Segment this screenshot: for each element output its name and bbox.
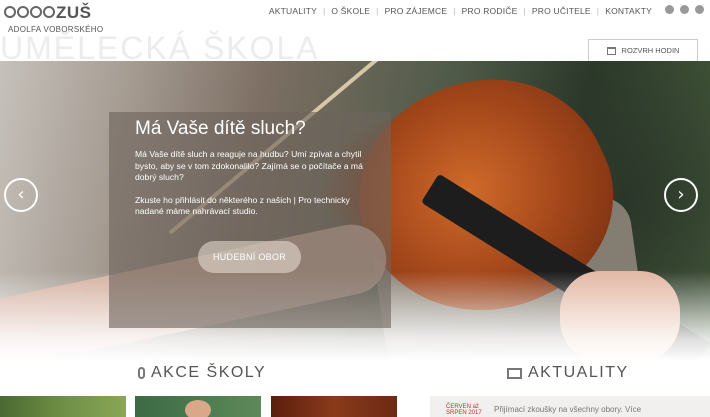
event-thumbnail-1[interactable] (0, 396, 126, 417)
hero-paragraph-2: Zkuste ho přihlásit do některého z našic… (135, 194, 350, 217)
hero-paragraph-1: Má Vaše dítě sluch a reaguje na hudbu? U… (135, 149, 363, 182)
nav-o-skole[interactable]: O ŠKOLE (325, 6, 376, 16)
events-heading: AKCE ŠKOLY (138, 364, 266, 382)
event-thumbnail-3[interactable] (271, 396, 397, 417)
logo-text: ZUŠ (56, 3, 92, 22)
nav-kontakty[interactable]: KONTAKTY (599, 6, 658, 16)
news-item[interactable]: ČERVEN až SRPEN 2017 Přijímací zkoušky n… (430, 396, 710, 417)
twitter-icon[interactable] (680, 5, 689, 14)
nav-pro-ucitele[interactable]: PRO UČITELE (526, 6, 597, 16)
news-date: ČERVEN až SRPEN 2017 (446, 404, 482, 416)
main-nav: AKTUALITY | O ŠKOLE | PRO ZÁJEMCE | PRO … (263, 6, 658, 16)
news-title: AKTUALITY (528, 364, 629, 381)
hudebni-obor-button[interactable]: HUDEBNÍ OBOR (198, 241, 301, 273)
schedule-label: ROZVRH HODIN (621, 46, 680, 55)
hero-text: Má Vaše dítě sluch a reaguje na hudbu? U… (135, 149, 380, 229)
slider-prev-button[interactable]: ‹ (4, 178, 38, 212)
nav-aktuality[interactable]: AKTUALITY (263, 6, 323, 16)
slider-next-button[interactable]: › (664, 178, 698, 212)
hero-title: Má Vaše dítě sluch? (135, 118, 306, 139)
chevron-right-icon: › (677, 184, 685, 205)
event-thumbnail-2[interactable] (135, 396, 261, 417)
logo-circles-icon (4, 6, 55, 18)
newspaper-icon (507, 367, 522, 379)
nav-pro-zajemce[interactable]: PRO ZÁJEMCE (379, 6, 454, 16)
news-date-line-2: SRPEN 2017 (446, 410, 482, 416)
facebook-icon[interactable] (695, 5, 704, 14)
schedule-button[interactable]: ROZVRH HODIN (588, 39, 698, 61)
news-heading: AKTUALITY (507, 364, 629, 382)
news-text: Přijímací zkoušky na všechny obory. Více (494, 405, 642, 414)
social-links (665, 5, 704, 14)
microphone-icon (138, 367, 145, 379)
site-header: ZUŠ ADOLFA VOBORSKÉHO AKTUALITY | O ŠKOL… (0, 0, 710, 66)
nav-pro-rodice[interactable]: PRO RODIČE (456, 6, 524, 16)
school-logo[interactable]: ZUŠ ADOLFA VOBORSKÉHO (4, 3, 104, 34)
hero-caption-box: Má Vaše dítě sluch? Má Vaše dítě sluch a… (109, 112, 391, 328)
chevron-left-icon: ‹ (17, 184, 25, 205)
pinterest-icon[interactable] (665, 5, 674, 14)
hero-slider: Má Vaše dítě sluch? Má Vaše dítě sluch a… (0, 61, 710, 361)
calendar-icon (606, 46, 616, 55)
events-title: AKCE ŠKOLY (151, 364, 267, 381)
